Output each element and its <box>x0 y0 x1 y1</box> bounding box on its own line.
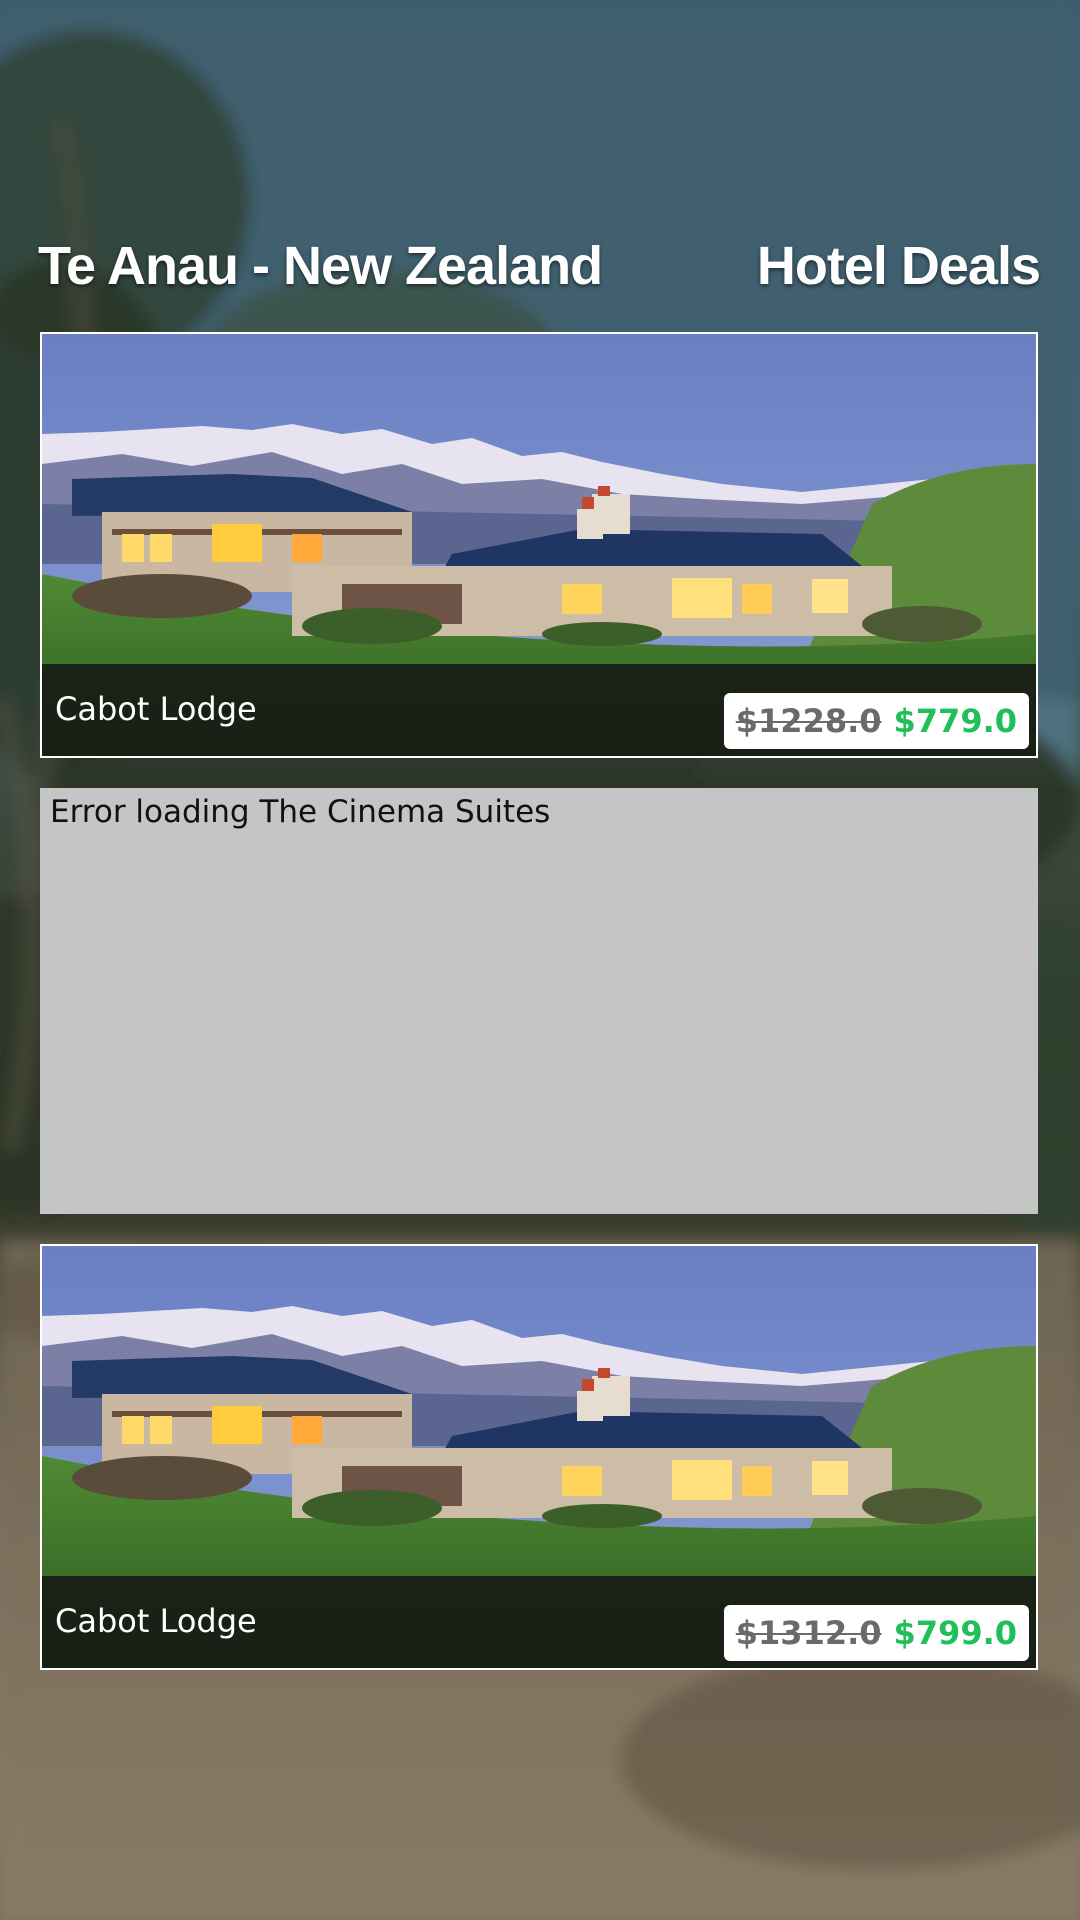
hotel-deal-card[interactable]: Cabot Lodge $1228.0 $779.0 <box>40 332 1038 758</box>
location-title: Te Anau - New Zealand <box>38 236 603 296</box>
price-badge: $1228.0 $779.0 <box>723 693 1029 749</box>
deal-price: $799.0 <box>893 1614 1017 1652</box>
original-price: $1312.0 <box>735 1614 882 1652</box>
deal-price: $779.0 <box>893 702 1017 740</box>
original-price: $1228.0 <box>735 702 882 740</box>
hotel-deal-error-card[interactable]: Error loading The Cinema Suites <box>40 788 1038 1214</box>
price-badge: $1312.0 $799.0 <box>723 1605 1029 1661</box>
caption-bar: Cabot Lodge $1228.0 $779.0 <box>42 664 1036 756</box>
error-message: Error loading The Cinema Suites <box>50 794 551 830</box>
hotel-deal-card[interactable]: Cabot Lodge $1312.0 $799.0 <box>40 1244 1038 1670</box>
hotel-name: Cabot Lodge <box>55 1602 257 1640</box>
caption-bar: Cabot Lodge $1312.0 $799.0 <box>42 1576 1036 1668</box>
section-title: Hotel Deals <box>756 236 1041 296</box>
hotel-name: Cabot Lodge <box>55 690 257 728</box>
